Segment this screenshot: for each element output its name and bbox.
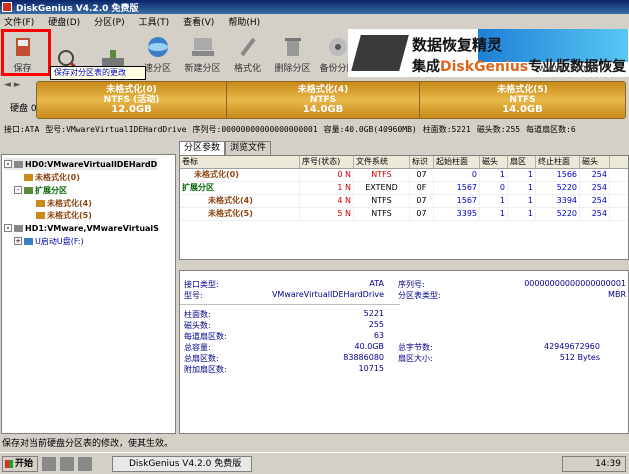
detail-label: 总扇区数: <box>184 354 219 363</box>
disk-label: 硬盘 0 <box>10 104 37 114</box>
partition-block[interactable]: 未格式化(5) NTFS 14.0GB <box>420 82 625 118</box>
table-row[interactable]: 未格式化(5) 5 N NTFS 07 3395 1 1 5220 254 <box>180 208 628 221</box>
divider <box>180 304 400 305</box>
disk-detail-panel: 接口类型: ATA 型号: VMwareVirtualIDEHardDrive … <box>179 270 629 434</box>
collapse-icon[interactable]: - <box>14 186 22 194</box>
collapse-icon[interactable]: - <box>4 224 12 232</box>
detail-label: 序列号: <box>398 280 425 289</box>
tree-item-partition[interactable]: 未格式化(5) <box>36 209 92 221</box>
tree-item-extended[interactable]: - 扩展分区 <box>14 184 67 196</box>
ad-banner[interactable]: 数据恢复精灵 集成DiskGenius专业版数据恢复内 www.com88 <box>348 29 629 77</box>
partition-block[interactable]: 未格式化(0) NTFS (活动) 12.0GB <box>37 82 227 118</box>
save-button-highlight <box>1 29 51 76</box>
detail-label: 分区表类型: <box>398 291 441 300</box>
menu-partition[interactable]: 分区(P) <box>94 15 124 28</box>
detail-value: 63 <box>373 331 384 340</box>
detail-value: 42949672960 <box>544 342 600 351</box>
tree-item-hd0[interactable]: - HD0:VMwareVirtualIDEHardD <box>4 158 158 170</box>
detail-value: 512 Bytes <box>559 353 600 362</box>
detail-label: 型号: <box>184 291 203 300</box>
detail-tabs: 分区参数 浏览文件 <box>179 141 629 155</box>
format-button[interactable]: 格式化 <box>225 29 270 77</box>
detail-value: 5221 <box>363 309 384 318</box>
usb-partition-icon <box>24 237 33 245</box>
detail-label: 附加扇区数: <box>184 365 227 374</box>
detail-label: 扇区大小: <box>398 354 433 363</box>
quick-launch <box>42 457 92 471</box>
folder-icon[interactable] <box>60 457 74 471</box>
delete-partition-button[interactable]: 删除分区 <box>270 29 315 77</box>
app-icon <box>2 2 12 12</box>
detail-value: 40.0GB <box>354 342 385 351</box>
hard-disk-icon <box>14 160 23 168</box>
partition-icon <box>36 211 45 219</box>
detail-label: 接口类型: <box>184 280 219 289</box>
detail-value: MBR <box>608 290 626 299</box>
disk-logo-icon <box>351 35 409 71</box>
collapse-icon[interactable]: - <box>4 160 12 168</box>
new-partition-button[interactable]: 新建分区 <box>180 29 225 77</box>
wrench-icon <box>239 37 256 57</box>
usb-disk-icon <box>14 224 23 232</box>
detail-value: ATA <box>369 279 384 288</box>
detail-label: 每道扇区数: <box>184 332 227 341</box>
window-title: DiskGenius V4.2.0 免费版 <box>16 3 139 14</box>
start-button[interactable]: 开始 <box>2 456 38 472</box>
tree-item-partition[interactable]: 未格式化(4) <box>36 197 92 209</box>
detail-value: 83886080 <box>343 353 384 362</box>
delete-icon <box>284 38 301 56</box>
taskbar: 开始 DiskGenius V4.2.0 免费版 14:39 <box>0 452 629 474</box>
table-row[interactable]: 未格式化(0) 0 N NTFS 07 0 1 1 1566 254 <box>180 169 628 182</box>
partition-block[interactable]: 未格式化(4) NTFS 14.0GB <box>227 82 420 118</box>
table-row[interactable]: 未格式化(4) 4 N NTFS 07 1567 1 1 3394 254 <box>180 195 628 208</box>
detail-value: 255 <box>368 320 384 329</box>
tree-item-partition[interactable]: 未格式化(0) <box>24 171 80 183</box>
detail-label: 总容量: <box>184 343 211 352</box>
disk-info-line: 接口:ATA 型号:VMwareVirtualIDEHardDrive 序列号:00… <box>4 125 576 134</box>
quick-partition-label: 速分区 <box>143 64 171 74</box>
computer-icon <box>191 38 214 56</box>
menu-bar: 文件(F) 硬盘(D) 分区(P) 工具(T) 查看(V) 帮助(H) <box>0 14 629 29</box>
detail-value: 00000000000000000001 <box>524 279 626 288</box>
delete-partition-label: 删除分区 <box>274 64 311 74</box>
detail-label: 磁头数: <box>184 321 211 330</box>
disk-tree: - HD0:VMwareVirtualIDEHardD 未格式化(0) - 扩展… <box>1 154 176 434</box>
banner-line1: 数据恢复精灵 <box>412 36 503 54</box>
partition-icon <box>36 199 45 207</box>
partition-table: 卷标 序号(状态) 文件系统 标识 起始柱面 磁头 扇区 终止柱面 磁头 未格式… <box>179 155 629 260</box>
tree-item-hd1[interactable]: - HD1:VMware,VMwareVirtualS <box>4 222 159 234</box>
table-row[interactable]: 扩展分区 1 N EXTEND 0F 1567 0 1 5220 254 <box>180 182 628 195</box>
format-label: 格式化 <box>233 64 261 74</box>
diskgenius-window: DiskGenius V4.2.0 免费版 文件(F) 硬盘(D) 分区(P) … <box>0 0 629 474</box>
detail-label: 总字节数: <box>398 343 433 352</box>
title-bar: DiskGenius V4.2.0 免费版 <box>0 0 629 14</box>
tab-browse-files[interactable]: 浏览文件 <box>225 141 272 155</box>
globe-icon <box>147 37 168 57</box>
tab-partition-params[interactable]: 分区参数 <box>179 141 226 155</box>
new-partition-label: 新建分区 <box>184 64 221 74</box>
taskbar-item-diskgenius[interactable]: DiskGenius V4.2.0 免费版 <box>112 456 252 472</box>
detail-label: 柱面数: <box>184 310 211 319</box>
banner-url: www.com88 <box>538 63 599 74</box>
menu-view[interactable]: 查看(V) <box>183 15 214 28</box>
detail-value: 10715 <box>358 364 384 373</box>
menu-file[interactable]: 文件(F) <box>4 15 34 28</box>
detail-value: VMwareVirtualIDEHardDrive <box>271 290 384 299</box>
menu-help[interactable]: 帮助(H) <box>228 15 260 28</box>
ie-icon[interactable] <box>42 457 56 471</box>
system-tray-clock: 14:39 <box>562 456 626 472</box>
expand-icon[interactable]: + <box>14 237 22 245</box>
desktop-icon[interactable] <box>78 457 92 471</box>
tree-item-usb[interactable]: + U启动U盘(F:) <box>14 235 84 247</box>
table-header: 卷标 序号(状态) 文件系统 标识 起始柱面 磁头 扇区 终止柱面 磁头 <box>180 156 628 169</box>
disk-map: ◄ ► 硬盘 0 未格式化(0) NTFS (活动) 12.0GB 未格式化(4) N… <box>0 77 629 122</box>
partition-bar: 未格式化(0) NTFS (活动) 12.0GB 未格式化(4) NTFS 14.0GB… <box>36 81 626 119</box>
partition-icon <box>24 186 33 194</box>
menu-tools[interactable]: 工具(T) <box>139 15 170 28</box>
disk-nav-arrows[interactable]: ◄ ► <box>4 80 21 90</box>
partition-icon <box>24 173 33 181</box>
status-bar: 保存对当前硬盘分区表的修改，使其生效。 <box>2 439 174 449</box>
menu-disk[interactable]: 硬盘(D) <box>48 15 80 28</box>
